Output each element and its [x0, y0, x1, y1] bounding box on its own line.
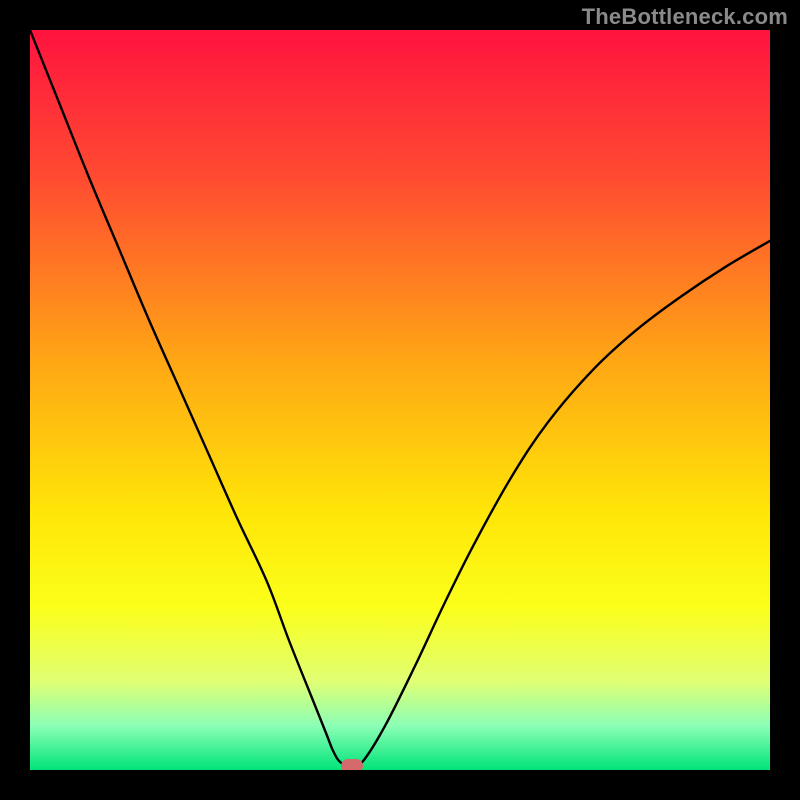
- watermark-text: TheBottleneck.com: [582, 4, 788, 30]
- min-marker-icon: [341, 759, 363, 770]
- bottleneck-curve: [30, 30, 770, 770]
- plot-area: [30, 30, 770, 770]
- chart-frame: TheBottleneck.com: [0, 0, 800, 800]
